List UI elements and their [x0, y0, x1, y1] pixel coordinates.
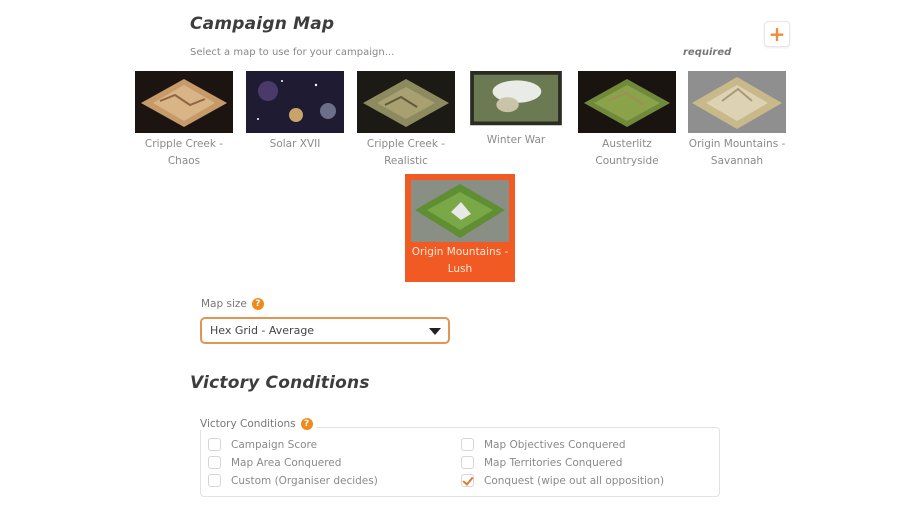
map-card-austerlitz-countryside[interactable]: Austerlitz Countryside: [578, 71, 676, 170]
checkbox[interactable]: [208, 438, 221, 451]
map-size-select[interactable]: Hex Grid - Average: [200, 317, 450, 344]
checkbox[interactable]: [461, 438, 474, 451]
campaign-map-subtitle: Select a map to use for your campaign...: [190, 47, 395, 58]
map-label: Origin Mountains - Savannah: [688, 138, 786, 167]
map-card-cripple-creek-chaos[interactable]: Cripple Creek - Chaos: [135, 71, 233, 170]
required-label: required: [683, 47, 732, 58]
option-campaign-score[interactable]: Campaign Score: [208, 438, 317, 451]
option-custom[interactable]: Custom (Organiser decides): [208, 474, 378, 487]
map-label: Origin Mountains - Lush: [411, 246, 509, 275]
map-thumbnail: [357, 71, 455, 133]
option-map-area-conquered[interactable]: Map Area Conquered: [208, 456, 341, 469]
map-thumbnail: [246, 71, 344, 133]
map-thumbnail: [578, 71, 676, 133]
option-map-objectives-conquered[interactable]: Map Objectives Conquered: [461, 438, 626, 451]
checkbox[interactable]: [208, 456, 221, 469]
map-card-origin-mountains-savannah[interactable]: Origin Mountains - Savannah: [688, 71, 786, 170]
map-label: Cripple Creek - Realistic: [366, 138, 446, 167]
map-thumbnail: [411, 180, 509, 242]
campaign-map-title: Campaign Map: [190, 14, 335, 34]
caret-down-icon: [429, 328, 441, 335]
checkbox[interactable]: [461, 456, 474, 469]
map-thumbnail: [135, 71, 233, 133]
map-thumbnail: [688, 71, 786, 133]
map-label: Cripple Creek - Chaos: [144, 138, 224, 167]
map-label: Austerlitz Countryside: [595, 138, 659, 167]
map-size-value: Hex Grid - Average: [210, 324, 315, 337]
map-card-winter-war[interactable]: Winter War: [467, 71, 565, 149]
map-card-origin-mountains-lush[interactable]: Origin Mountains - Lush: [405, 174, 515, 282]
add-map-button[interactable]: +: [764, 21, 790, 47]
map-size-label: Map size ?: [201, 298, 264, 310]
option-map-territories-conquered[interactable]: Map Territories Conquered: [461, 456, 622, 469]
help-icon[interactable]: ?: [300, 418, 313, 430]
map-label: Solar XVII: [269, 138, 321, 150]
checkbox-checked[interactable]: [461, 474, 474, 487]
map-card-solar-xvii[interactable]: Solar XVII: [246, 71, 344, 153]
map-label: Winter War: [486, 134, 546, 146]
option-conquest[interactable]: Conquest (wipe out all opposition): [461, 474, 664, 487]
help-icon[interactable]: ?: [251, 298, 264, 310]
victory-conditions-title: Victory Conditions: [190, 373, 370, 393]
victory-conditions-legend: Victory Conditions ?: [200, 418, 317, 430]
checkbox[interactable]: [208, 474, 221, 487]
plus-icon: +: [768, 22, 786, 46]
map-card-cripple-creek-realistic[interactable]: Cripple Creek - Realistic: [357, 71, 455, 170]
map-thumbnail: [470, 71, 562, 126]
